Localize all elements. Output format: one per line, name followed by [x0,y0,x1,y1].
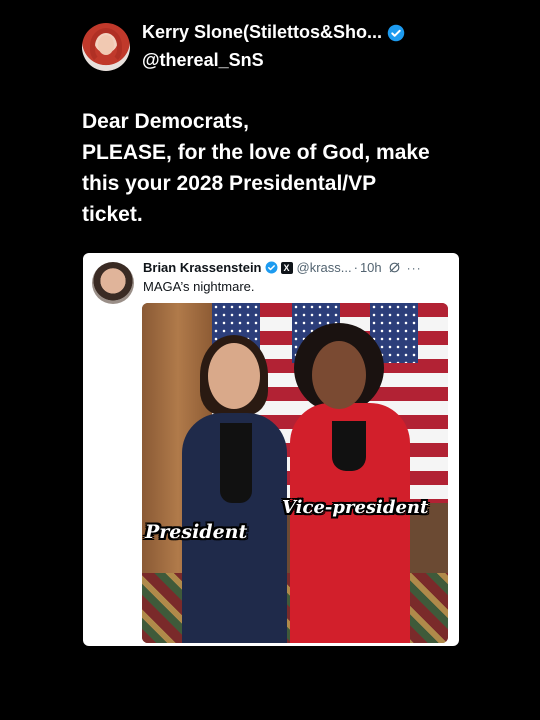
photo-figure [332,421,366,471]
quoted-tweet-card[interactable]: Brian Krassenstein X @krass... · 10h ···… [83,253,459,646]
quoted-header: Brian Krassenstein X @krass... · 10h ··· [143,260,422,275]
author-name[interactable]: Kerry Slone(Stilettos&Sho... [142,22,382,43]
author-name-row: Kerry Slone(Stilettos&Sho... [142,22,405,43]
quoted-author-handle[interactable]: @krass... [297,260,352,275]
president-label: President [145,521,248,543]
grok-icon[interactable] [388,261,401,274]
vice-president-label: Vice-president [282,497,429,518]
quoted-author-avatar[interactable] [92,262,134,304]
verified-badge-icon [265,261,277,274]
photo-figure [208,343,260,409]
quoted-image[interactable]: Vice-president President [142,303,448,643]
quoted-author-name[interactable]: Brian Krassenstein [143,260,262,275]
post-text-line: Dear Democrats, [82,110,249,133]
post-text-line: ticket. [82,203,143,226]
quoted-timestamp[interactable]: 10h [360,260,382,275]
more-icon[interactable]: ··· [407,261,422,275]
verified-badge-icon [387,24,405,41]
post-text-line: this your 2028 Presidental/VP [82,172,377,195]
author-avatar[interactable] [82,23,130,71]
quoted-text: MAGA’s nightmare. [143,279,255,294]
photo-figure [312,341,366,409]
photo-figure [220,423,252,503]
post-text-line: PLEASE, for the love of God, make [82,141,430,164]
x-affiliate-icon: X [280,261,293,274]
separator-dot: · [353,260,358,275]
author-handle[interactable]: @thereal_SnS [142,50,264,71]
post-text: Dear Democrats, PLEASE, for the love of … [82,106,502,230]
post-header: Kerry Slone(Stilettos&Sho... @thereal_Sn… [82,20,522,76]
